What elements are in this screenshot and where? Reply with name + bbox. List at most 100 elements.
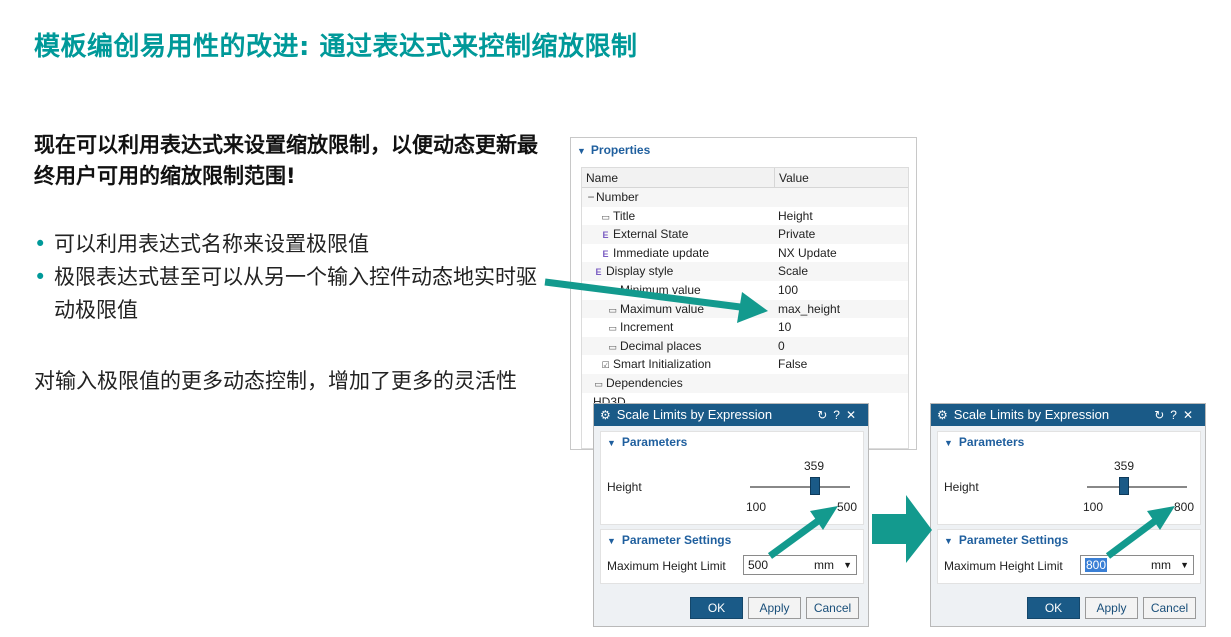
- properties-header[interactable]: ▼ Properties: [577, 143, 650, 157]
- bullet-text: 极限表达式甚至可以从另一个输入控件动态地实时驱动极限值: [54, 265, 537, 322]
- reset-icon[interactable]: ↻: [817, 408, 833, 422]
- property-name: Increment: [620, 320, 674, 335]
- column-header-value[interactable]: Value: [775, 168, 809, 187]
- limit-value-selected: 800: [1085, 558, 1108, 572]
- slider-current-value: 359: [1114, 459, 1135, 473]
- property-value[interactable]: Height: [775, 207, 813, 226]
- property-row[interactable]: E Display style Scale: [582, 262, 908, 281]
- section-label: Parameters: [621, 435, 688, 449]
- height-slider-track[interactable]: [1087, 486, 1187, 488]
- big-right-arrow-icon: [872, 495, 932, 563]
- property-value[interactable]: [775, 374, 778, 393]
- ok-button[interactable]: OK: [690, 597, 743, 619]
- property-name-cell: ▭ Maximum value: [582, 300, 775, 319]
- checkbox-icon: ☑: [601, 360, 610, 371]
- parameters-section-header[interactable]: ▼ Parameters: [938, 432, 1200, 452]
- field-icon: ▭: [608, 341, 617, 352]
- property-name-cell: E Immediate update: [582, 244, 775, 263]
- cancel-button[interactable]: Cancel: [1143, 597, 1196, 619]
- section-label: Parameter Settings: [958, 533, 1069, 547]
- slider-current-value: 359: [804, 459, 825, 473]
- chevron-down-icon[interactable]: ▼: [1180, 556, 1189, 574]
- property-name-cell: ▭ Dependencies: [582, 374, 775, 393]
- parameters-section: ▼ Parameters: [600, 431, 864, 525]
- chevron-down-icon[interactable]: ▼: [843, 556, 852, 574]
- max-height-limit-label: Maximum Height Limit: [607, 559, 726, 573]
- property-name: Dependencies: [606, 375, 683, 390]
- property-name: Display style: [606, 264, 674, 279]
- property-name-cell: ▭ Increment: [582, 318, 775, 337]
- property-name-cell: ☑ Smart Initialization: [582, 355, 775, 374]
- property-row[interactable]: ▭ Maximum value max_height: [582, 299, 908, 319]
- property-name: Number: [596, 190, 639, 204]
- dialog-titlebar[interactable]: ⚙ Scale Limits by Expression ↻?✕: [594, 404, 868, 426]
- property-value[interactable]: 10: [775, 318, 791, 337]
- property-value[interactable]: [775, 188, 778, 207]
- collapse-triangle-icon: ▼: [607, 536, 616, 546]
- property-value[interactable]: Private: [775, 225, 815, 244]
- property-row[interactable]: E Immediate update NX Update: [582, 244, 908, 263]
- property-row[interactable]: ▭ Decimal places 0: [582, 336, 908, 356]
- intro-text: 现在可以利用表达式来设置缩放限制，以便动态更新最终用户可用的缩放限制范围!: [34, 133, 538, 188]
- property-value[interactable]: NX Update: [775, 244, 837, 263]
- property-name: Decimal places: [620, 338, 702, 353]
- section-label: Parameters: [958, 435, 1025, 449]
- property-name: Minimum value: [620, 282, 701, 297]
- property-name: Title: [613, 208, 636, 223]
- unit-label: mm: [1151, 558, 1171, 572]
- property-row[interactable]: ▭ Minimum value 100: [582, 281, 908, 300]
- parameters-section: ▼ Parameters: [937, 431, 1201, 525]
- close-icon[interactable]: ✕: [846, 408, 862, 422]
- property-value[interactable]: Scale: [775, 262, 808, 281]
- property-row[interactable]: − Number: [582, 188, 908, 207]
- slider-max-label: 800: [1174, 500, 1195, 514]
- help-icon[interactable]: ?: [1170, 408, 1183, 422]
- property-name-cell: ▭ Decimal places: [582, 337, 775, 356]
- height-slider-track[interactable]: [750, 486, 850, 488]
- reset-icon[interactable]: ↻: [1154, 408, 1170, 422]
- ok-button[interactable]: OK: [1027, 597, 1080, 619]
- field-icon: ▭: [608, 323, 617, 334]
- apply-button[interactable]: Apply: [1085, 597, 1138, 619]
- max-height-limit-field[interactable]: 800 mm ▼: [1080, 555, 1194, 575]
- height-slider-thumb[interactable]: [1119, 477, 1129, 495]
- field-icon: ▭: [601, 211, 610, 222]
- property-value[interactable]: 100: [775, 281, 798, 300]
- apply-button[interactable]: Apply: [748, 597, 801, 619]
- slider-max-label: 500: [837, 500, 858, 514]
- height-label: Height: [607, 480, 642, 494]
- slider-min-label: 100: [1083, 500, 1104, 514]
- property-row[interactable]: E External State Private: [582, 225, 908, 244]
- titlebar-controls: ↻?✕: [1154, 404, 1199, 426]
- parameters-section-header[interactable]: ▼ Parameters: [601, 432, 863, 452]
- property-row[interactable]: ▭ Increment 10: [582, 318, 908, 337]
- dialog-titlebar[interactable]: ⚙ Scale Limits by Expression ↻?✕: [931, 404, 1205, 426]
- property-value[interactable]: max_height: [775, 300, 840, 319]
- slider-min-label: 100: [746, 500, 767, 514]
- max-height-limit-label: Maximum Height Limit: [944, 559, 1063, 573]
- field-icon: ▭: [608, 304, 617, 315]
- max-height-limit-field[interactable]: 500 mm ▼: [743, 555, 857, 575]
- property-row[interactable]: ▭ Title Height: [582, 207, 908, 226]
- collapse-triangle-icon: ▼: [577, 146, 586, 156]
- property-value[interactable]: 0: [775, 337, 785, 356]
- expression-icon: E: [602, 248, 609, 259]
- property-row[interactable]: ☑ Smart Initialization False: [582, 355, 908, 374]
- property-name: Immediate update: [613, 245, 710, 260]
- column-header-name[interactable]: Name: [582, 168, 775, 187]
- collapse-minus-icon[interactable]: −: [586, 188, 596, 207]
- property-name-cell: E External State: [582, 225, 775, 244]
- cancel-button[interactable]: Cancel: [806, 597, 859, 619]
- parameter-settings-header[interactable]: ▼ Parameter Settings: [601, 530, 863, 550]
- close-icon[interactable]: ✕: [1183, 408, 1199, 422]
- dialog-title: Scale Limits by Expression: [616, 407, 773, 422]
- height-slider-thumb[interactable]: [809, 477, 820, 495]
- property-value[interactable]: False: [775, 355, 807, 374]
- titlebar-controls: ↻?✕: [817, 404, 862, 426]
- help-icon[interactable]: ?: [833, 408, 846, 422]
- gear-icon: ⚙: [600, 408, 611, 422]
- parameter-settings-header[interactable]: ▼ Parameter Settings: [938, 530, 1200, 550]
- field-icon: ▭: [608, 285, 617, 296]
- property-row[interactable]: ▭ Dependencies: [582, 373, 908, 393]
- gear-icon: ⚙: [937, 408, 948, 422]
